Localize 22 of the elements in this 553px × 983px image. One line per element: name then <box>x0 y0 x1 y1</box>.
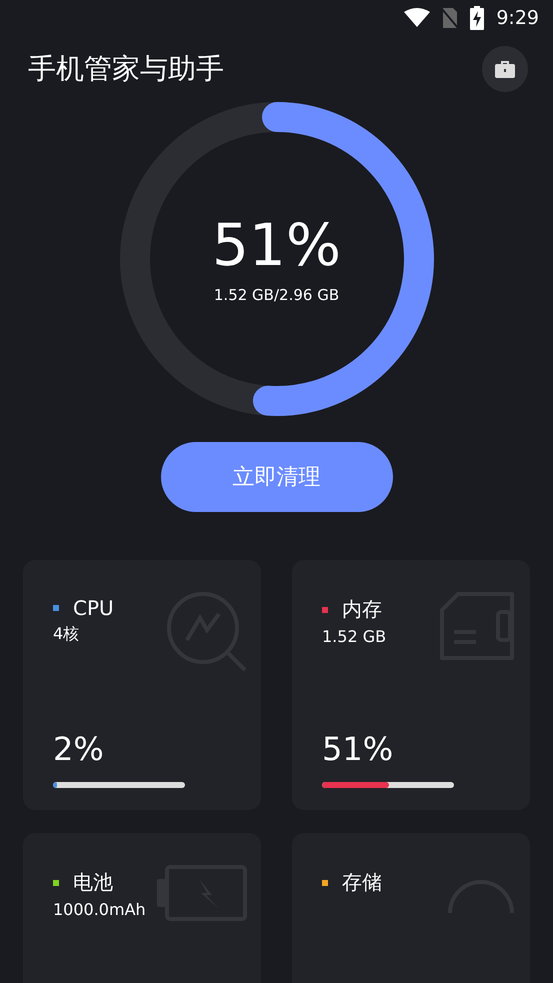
usage-detail: 1.52 GB/2.96 GB <box>214 286 340 304</box>
card-percent: 51% <box>322 730 394 768</box>
card-title: 内存 <box>342 596 382 623</box>
app-title: 手机管家与助手 <box>28 51 224 87</box>
battery-charging-icon <box>470 6 484 30</box>
wifi-icon <box>404 8 430 28</box>
stat-card[interactable]: 内存 1.52 GB 51% <box>292 560 530 810</box>
stat-card[interactable]: 电池 1000.0mAh <box>23 833 261 983</box>
card-title: 存储 <box>342 869 382 896</box>
card-value: 4核 <box>53 624 80 645</box>
briefcase-icon <box>495 60 515 78</box>
card-title: CPU <box>73 596 114 620</box>
clock-time: 9:29 <box>496 7 539 29</box>
card-value: 1000.0mAh <box>53 900 146 919</box>
no-sim-icon <box>442 7 458 29</box>
toolbox-button[interactable] <box>482 46 528 92</box>
card-percent: 2% <box>53 730 105 768</box>
stat-card[interactable]: 存储 <box>292 833 530 983</box>
card-title: 电池 <box>73 869 113 896</box>
usage-percent: 51% <box>212 216 341 274</box>
card-value: 1.52 GB <box>322 627 386 646</box>
stat-card[interactable]: CPU 4核 2% <box>23 560 261 810</box>
